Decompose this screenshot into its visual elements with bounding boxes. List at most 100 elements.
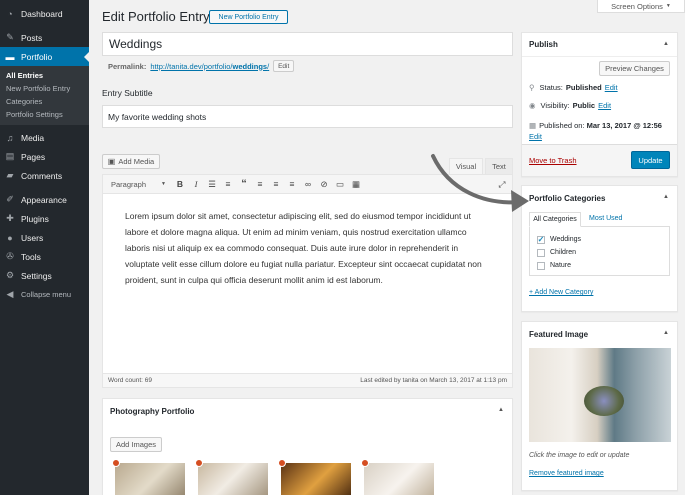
add-new-category-link[interactable]: + Add New Category xyxy=(529,289,593,296)
align-right-icon[interactable]: ≡ xyxy=(285,177,299,191)
photography-portfolio-title: Photography Portfolio xyxy=(110,406,195,416)
remove-image-icon[interactable] xyxy=(278,459,286,467)
users-icon: ● xyxy=(7,232,13,243)
page-title: Edit Portfolio Entry xyxy=(102,9,210,24)
folder-icon: ▬ xyxy=(5,51,15,62)
unlink-icon[interactable]: ⊘ xyxy=(317,177,331,191)
brush-icon: ✐ xyxy=(6,194,14,204)
align-center-icon[interactable]: ≡ xyxy=(269,177,283,191)
gallery-thumb[interactable] xyxy=(281,463,351,495)
comments-icon: ▰ xyxy=(6,170,14,180)
sidebar-item-appearance[interactable]: ✐ Appearance xyxy=(0,190,89,209)
status-row: ⚲ Status: Published Edit xyxy=(529,83,618,92)
gallery-thumb[interactable] xyxy=(364,463,434,495)
tab-all-categories[interactable]: All Categories xyxy=(529,212,581,227)
plugin-icon: ✚ xyxy=(6,213,14,223)
numbered-list-icon[interactable]: ≡ xyxy=(221,177,235,191)
featured-image-hint: Click the image to edit or update xyxy=(529,452,630,459)
preview-changes-button[interactable]: Preview Changes xyxy=(599,61,670,76)
photography-portfolio-box: Photography Portfolio ▲ Add Images xyxy=(102,398,513,495)
read-more-icon[interactable]: ▭ xyxy=(333,177,347,191)
categories-list: ✓ Weddings Children Nature xyxy=(529,226,670,276)
sidebar-item-pages[interactable]: ▤ Pages xyxy=(0,147,89,166)
permalink-row: Permalink: http://tanita.dev/portfolio/w… xyxy=(108,60,295,72)
publish-title: Publish xyxy=(522,33,677,57)
remove-image-icon[interactable] xyxy=(361,459,369,467)
gallery-thumb[interactable] xyxy=(115,463,185,495)
permalink-link[interactable]: http://tanita.dev/portfolio/weddings/ xyxy=(150,62,269,71)
sidebar-item-comments[interactable]: ▰ Comments xyxy=(0,166,89,185)
caret-down-icon: ▼ xyxy=(665,3,671,9)
category-item-nature[interactable]: Nature xyxy=(537,259,662,272)
blockquote-icon[interactable]: “ xyxy=(237,177,251,191)
bold-icon[interactable]: B xyxy=(173,177,187,191)
sidebar-item-plugins[interactable]: ✚ Plugins xyxy=(0,209,89,228)
submenu-all-entries[interactable]: All Entries xyxy=(0,69,89,82)
sidebar-item-tools[interactable]: ✇ Tools xyxy=(0,247,89,266)
category-item-weddings[interactable]: ✓ Weddings xyxy=(537,233,662,246)
word-count: Word count: 69 xyxy=(108,377,152,384)
dashboard-icon: ◔ xyxy=(7,8,13,19)
visibility-row: ◉ Visibility: Public Edit xyxy=(529,101,612,110)
edit-status-link[interactable]: Edit xyxy=(605,83,618,92)
collapse-icon: ◀ xyxy=(6,289,14,299)
editor-statusbar: Word count: 69 Last edited by tanita on … xyxy=(103,373,512,387)
title-input[interactable]: Weddings xyxy=(102,32,513,56)
collapse-arrow-icon[interactable]: ▲ xyxy=(663,194,669,200)
gallery-thumb[interactable] xyxy=(198,463,268,495)
edit-date-link[interactable]: Edit xyxy=(529,132,542,141)
update-button[interactable]: Update xyxy=(631,151,670,169)
collapse-arrow-icon[interactable]: ▲ xyxy=(498,407,504,413)
published-on-row: ▦ Published on: Mar 13, 2017 @ 12:56 Edit xyxy=(529,121,662,141)
italic-icon[interactable]: I xyxy=(189,177,203,191)
submenu-categories[interactable]: Categories xyxy=(0,95,89,108)
sidebar-item-portfolio[interactable]: ▬ Portfolio xyxy=(0,47,89,66)
media-add-icon: ▣ xyxy=(107,157,116,166)
sidebar-item-users[interactable]: ● Users xyxy=(0,228,89,247)
format-select[interactable]: Paragraph ▼ xyxy=(106,178,171,191)
last-edited: Last edited by tanita on March 13, 2017 … xyxy=(360,377,507,384)
add-media-button[interactable]: ▣ Add Media xyxy=(102,154,160,169)
checkbox-checked-icon[interactable]: ✓ xyxy=(537,235,545,244)
sidebar-item-settings[interactable]: ⚙ Settings xyxy=(0,266,89,285)
featured-image-box: Featured Image ▲ Click the image to edit… xyxy=(521,321,678,491)
wrench-icon: ✇ xyxy=(6,251,14,261)
subtitle-label: Entry Subtitle xyxy=(102,88,153,98)
sidebar-item-collapse[interactable]: ◀ Collapse menu xyxy=(0,285,89,304)
remove-image-icon[interactable] xyxy=(195,459,203,467)
admin-sidebar: ◔ Dashboard ✎ Posts ▬ Portfolio All Entries… xyxy=(0,0,89,495)
collapse-arrow-icon[interactable]: ▲ xyxy=(663,330,669,336)
sidebar-item-media[interactable]: ♫ Media xyxy=(0,128,89,147)
checkbox-icon[interactable] xyxy=(537,261,545,270)
sidebar-item-dashboard[interactable]: ◔ Dashboard xyxy=(0,4,89,23)
pages-icon: ▤ xyxy=(5,151,15,161)
subtitle-input[interactable]: My favorite wedding shots xyxy=(102,105,513,128)
new-portfolio-entry-button[interactable]: New Portfolio Entry xyxy=(209,10,288,24)
sidebar-item-posts[interactable]: ✎ Posts xyxy=(0,28,89,47)
pin-icon: ✎ xyxy=(6,32,14,42)
portfolio-submenu: All Entries New Portfolio Entry Categori… xyxy=(0,66,89,125)
remove-featured-image-link[interactable]: Remove featured image xyxy=(529,470,604,477)
screen-options-button[interactable]: Screen Options ▼ xyxy=(597,0,685,13)
add-images-button[interactable]: Add Images xyxy=(110,437,162,452)
permalink-edit-button[interactable]: Edit xyxy=(273,60,295,72)
calendar-icon: ▦ xyxy=(529,121,537,130)
settings-icon: ⚙ xyxy=(5,270,15,280)
featured-image-thumbnail[interactable] xyxy=(529,348,671,442)
submenu-new-portfolio-entry[interactable]: New Portfolio Entry xyxy=(0,82,89,95)
tab-most-used[interactable]: Most Used xyxy=(589,215,622,222)
key-icon: ⚲ xyxy=(529,83,535,92)
checkbox-icon[interactable] xyxy=(537,248,545,257)
eye-icon: ◉ xyxy=(529,101,536,110)
align-left-icon[interactable]: ≡ xyxy=(253,177,267,191)
submenu-portfolio-settings[interactable]: Portfolio Settings xyxy=(0,108,89,121)
featured-image-title: Featured Image xyxy=(529,329,589,339)
collapse-arrow-icon[interactable]: ▲ xyxy=(663,41,669,47)
bulleted-list-icon[interactable]: ☰ xyxy=(205,177,219,191)
link-icon[interactable]: ∞ xyxy=(301,177,315,191)
category-item-children[interactable]: Children xyxy=(537,246,662,259)
edit-visibility-link[interactable]: Edit xyxy=(598,101,611,110)
remove-image-icon[interactable] xyxy=(112,459,120,467)
gallery-thumbnails xyxy=(112,459,442,495)
toolbar-toggle-icon[interactable]: ▦ xyxy=(349,177,363,191)
